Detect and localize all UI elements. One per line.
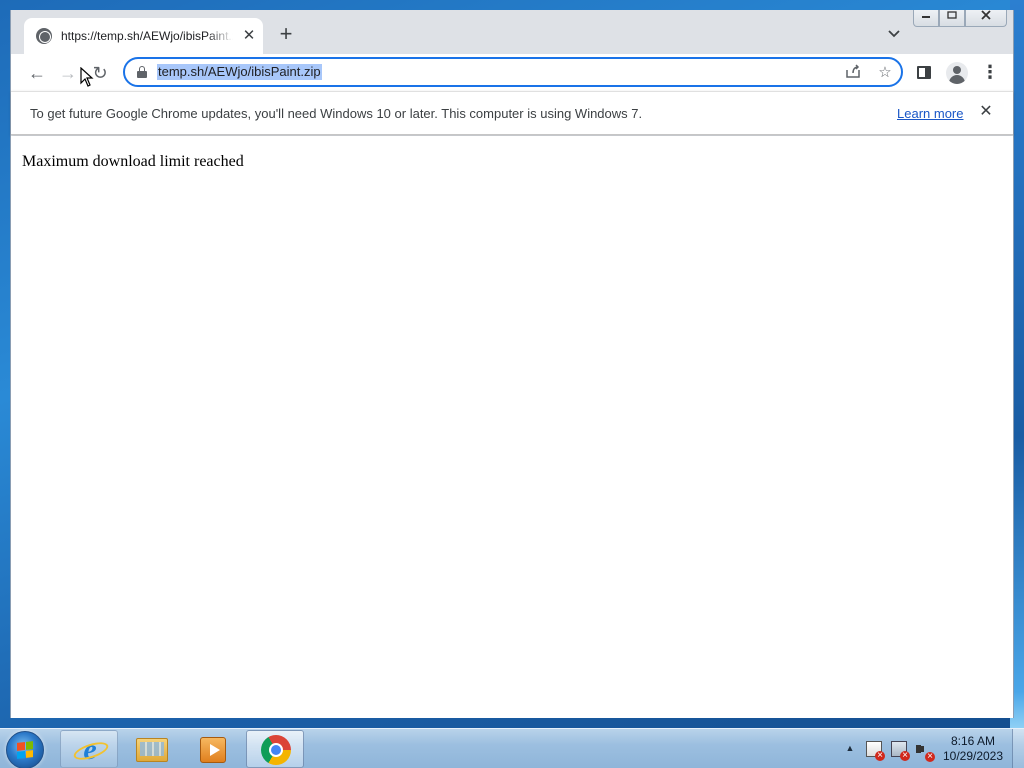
browser-tab-active[interactable]: https://temp.sh/AEWjo/ibisPaint.zip ✕ — [24, 18, 263, 54]
system-clock[interactable]: 8:16 AM 10/29/2023 — [935, 734, 1011, 764]
infobar-close-icon[interactable]: ✕ — [977, 103, 995, 121]
media-player-icon — [200, 737, 226, 763]
action-center-flag-icon[interactable] — [866, 741, 885, 761]
page-content: Maximum download limit reached — [11, 136, 1013, 718]
restore-button[interactable] — [939, 10, 965, 27]
back-button[interactable]: ← — [24, 60, 50, 86]
window-close-button[interactable] — [965, 10, 1007, 27]
windows-logo-icon — [17, 741, 33, 759]
minimize-button[interactable] — [913, 10, 939, 27]
side-panel-icon[interactable] — [917, 66, 931, 79]
share-icon[interactable] — [843, 63, 863, 83]
tab-search-chevron-icon[interactable] — [884, 25, 904, 45]
show-desktop-button[interactable] — [1012, 729, 1024, 768]
clock-date: 10/29/2023 — [942, 749, 1004, 763]
start-button[interactable] — [6, 731, 44, 768]
windows-taskbar: e ▲ 8:16 AM 10/29/2023 — [0, 728, 1024, 768]
address-bar[interactable]: temp.sh/AEWjo/ibisPaint.zip ☆ — [123, 57, 903, 87]
chrome-icon — [261, 735, 291, 765]
page-message: Maximum download limit reached — [22, 153, 244, 170]
taskbar-windows-explorer[interactable] — [122, 730, 180, 768]
clock-time: 8:16 AM — [950, 734, 996, 748]
update-infobar: To get future Google Chrome updates, you… — [11, 91, 1013, 135]
learn-more-link[interactable]: Learn more — [897, 106, 963, 121]
lock-icon[interactable] — [137, 66, 147, 78]
taskbar-internet-explorer[interactable]: e — [60, 730, 118, 768]
globe-icon — [36, 28, 52, 44]
window-controls — [913, 10, 1007, 30]
new-tab-button[interactable]: + — [274, 23, 298, 47]
taskbar-google-chrome[interactable] — [246, 730, 304, 768]
network-icon[interactable] — [891, 741, 910, 761]
folder-icon — [136, 738, 168, 762]
volume-muted-icon[interactable] — [915, 741, 935, 762]
menu-kebab-icon[interactable]: ⋮ — [981, 62, 999, 84]
address-url[interactable]: temp.sh/AEWjo/ibisPaint.zip — [157, 64, 322, 80]
chrome-window: https://temp.sh/AEWjo/ibisPaint.zip ✕ + … — [10, 10, 1014, 718]
taskbar-media-player[interactable] — [182, 730, 240, 768]
internet-explorer-icon: e — [75, 735, 105, 765]
infobar-message: To get future Google Chrome updates, you… — [30, 106, 643, 121]
bookmark-star-icon[interactable]: ☆ — [875, 63, 895, 83]
browser-toolbar: ← → ↻ temp.sh/AEWjo/ibisPaint.zip ☆ ⋮ — [11, 54, 1013, 91]
tab-strip: https://temp.sh/AEWjo/ibisPaint.zip ✕ + — [11, 10, 1013, 54]
show-hidden-icons-chevron-icon[interactable]: ▲ — [845, 743, 855, 753]
tab-close-icon[interactable]: ✕ — [241, 28, 257, 44]
tab-title: https://temp.sh/AEWjo/ibisPaint.zip — [61, 29, 233, 43]
forward-button[interactable]: → — [55, 60, 81, 86]
profile-avatar-icon[interactable] — [946, 62, 968, 84]
